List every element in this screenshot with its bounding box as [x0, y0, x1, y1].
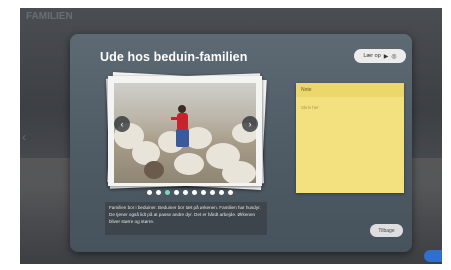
chevron-right-icon: ›	[248, 119, 252, 129]
story-dialog: Ude hos beduin-familien Lær op ▶ ◎ ‹ › F…	[70, 34, 412, 252]
pagination-dot[interactable]	[165, 190, 170, 195]
pagination-dot[interactable]	[174, 190, 179, 195]
sheep	[222, 161, 256, 183]
sheep	[174, 153, 204, 175]
listen-button[interactable]: Lær op ▶ ◎	[354, 49, 406, 63]
pagination-dot[interactable]	[156, 190, 161, 195]
shepherd-figure	[171, 105, 189, 147]
note-header	[296, 83, 404, 97]
chevron-left-icon: ‹	[120, 119, 124, 129]
pagination-dot[interactable]	[210, 190, 215, 195]
corner-tab[interactable]	[424, 250, 442, 262]
pagination-dot[interactable]	[219, 190, 224, 195]
background-title: FAMILIEN	[26, 11, 73, 22]
bedouin-photo	[114, 83, 256, 183]
pagination-dot[interactable]	[147, 190, 152, 195]
photo-card-front	[108, 76, 262, 186]
dialog-title: Ude hos beduin-familien	[100, 50, 248, 64]
photo-pagination	[147, 190, 233, 195]
play-icon: ▶	[383, 53, 389, 60]
pagination-dot[interactable]	[192, 190, 197, 195]
pagination-dot[interactable]	[201, 190, 206, 195]
speaker-icon: ◎	[391, 53, 397, 60]
previous-photo-button[interactable]: ‹	[114, 116, 130, 132]
note-input[interactable]: Skriv her	[301, 105, 319, 110]
background-chevron-left-icon: ‹	[22, 130, 26, 144]
next-photo-button[interactable]: ›	[242, 116, 258, 132]
sheep	[144, 161, 164, 179]
note-title: Note	[301, 87, 312, 93]
pagination-dot[interactable]	[183, 190, 188, 195]
pagination-dot[interactable]	[228, 190, 233, 195]
sticky-note[interactable]: Note Skriv her	[296, 83, 404, 193]
photo-stack	[106, 72, 267, 190]
photo-caption: Familien bor i beduiner. Beduiner bor tæ…	[105, 202, 267, 235]
back-button[interactable]: Tilbage	[370, 224, 403, 237]
listen-label: Lær op	[363, 53, 381, 59]
back-label: Tilbage	[378, 227, 395, 234]
app-background: FAMILIEN ‹ Ude hos beduin-familien Lær o…	[20, 8, 442, 264]
